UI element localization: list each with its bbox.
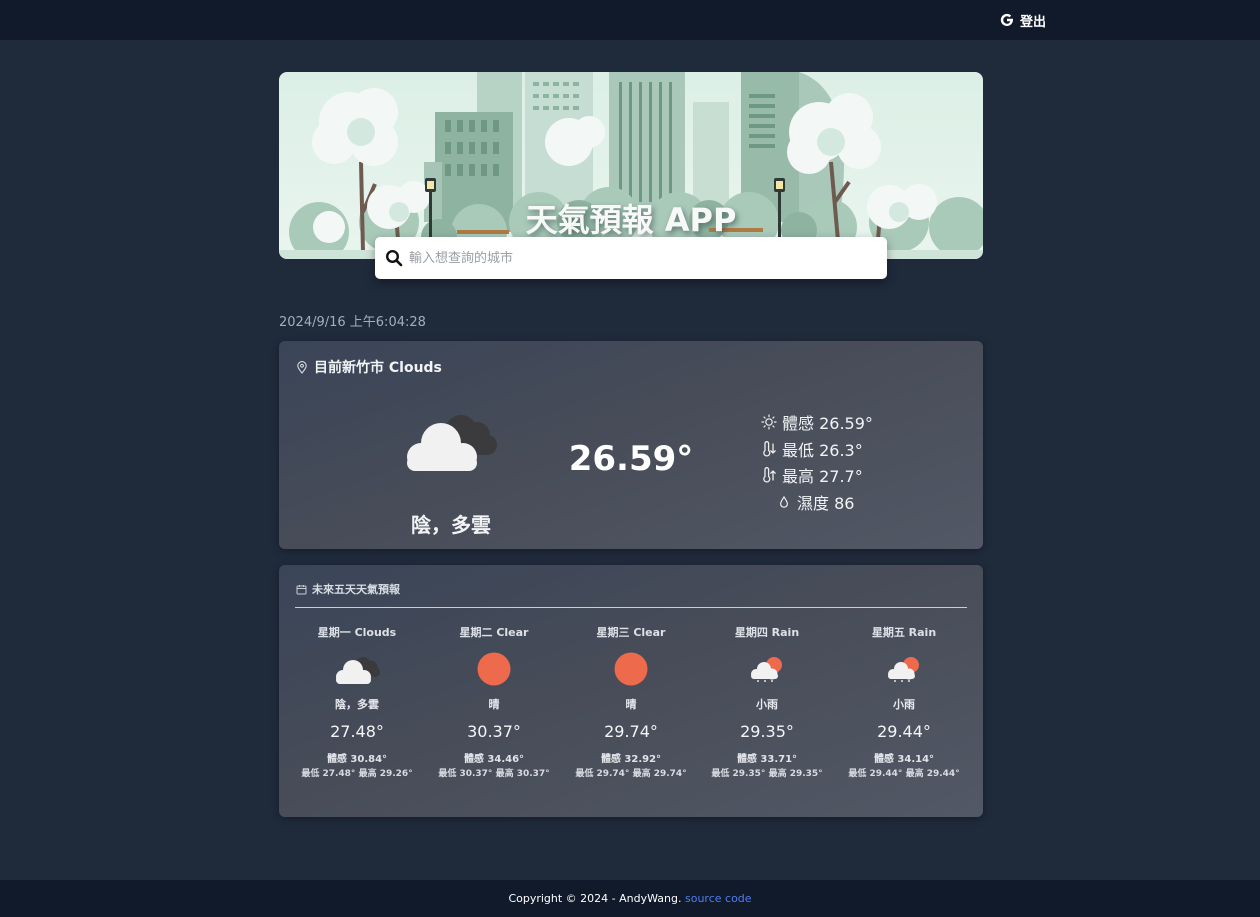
copyright-text: Copyright © 2024 - AndyWang.: [508, 892, 682, 905]
rain-icon: [751, 657, 782, 682]
droplet-icon: [775, 493, 793, 511]
hero-banner: 天氣預報 APP: [279, 72, 983, 259]
forecast-min-max: 最低 27.48° 最高 29.26°: [301, 769, 413, 779]
app-title: 天氣預報 APP: [525, 201, 737, 239]
search-icon[interactable]: [385, 249, 403, 267]
forecast-day-label: 星期三 Clear: [596, 626, 666, 639]
forecast-day: 星期五 Rain 小雨 29.44° 體感 34.14° 最低 29.44° 最…: [839, 624, 969, 779]
forecast-temperature: 29.74°: [604, 722, 658, 741]
humidity-stat: 濕度 86: [760, 489, 873, 516]
current-description: 陰，多雲: [411, 513, 491, 537]
current-datetime: 2024/9/16 上午6:04:28: [279, 315, 426, 330]
sun-icon: [614, 652, 648, 686]
source-code-link[interactable]: source code: [685, 892, 752, 905]
forecast-feels-like: 體感 32.92°: [600, 754, 662, 765]
clouds-icon: [336, 657, 380, 684]
current-weather-header: 目前新竹市 Clouds: [296, 357, 442, 377]
forecast-min-max: 最低 29.35° 最高 29.35°: [711, 769, 823, 779]
sun-outline-icon: [760, 413, 778, 431]
forecast-temperature: 29.44°: [877, 722, 931, 741]
forecast-temperature: 29.35°: [740, 722, 794, 741]
forecast-day: 星期二 Clear 晴 30.37° 體感 34.46° 最低 30.37° 最…: [429, 624, 559, 779]
forecast-day-label: 星期四 Rain: [734, 626, 800, 639]
current-weather-card: 目前新竹市 Clouds 陰，多雲 26.59° 體感 26.59° 最低 26…: [279, 341, 983, 549]
thermometer-up-icon: [760, 466, 778, 484]
divider: [295, 607, 967, 608]
current-stats: 體感 26.59° 最低 26.3° 最高 27.7° 濕度 86: [760, 409, 873, 515]
forecast-header: 未來五天天氣預報: [296, 581, 400, 597]
forecast-card: 未來五天天氣預報 星期一 Clouds 陰，多雲 27.48° 體感 30.84…: [279, 565, 983, 817]
forecast-feels-like: 體感 34.14°: [873, 754, 935, 765]
rain-icon: [888, 657, 919, 682]
forecast-day-label: 星期二 Clear: [459, 626, 529, 639]
logout-button[interactable]: 登出: [1000, 11, 1047, 30]
forecast-day: 星期一 Clouds 陰，多雲 27.48° 體感 30.84° 最低 27.4…: [292, 624, 422, 779]
forecast-min-max: 最低 29.74° 最高 29.74°: [575, 769, 687, 779]
clouds-icon: [407, 415, 497, 471]
forecast-temperature: 27.48°: [330, 722, 384, 741]
forecast-min-max: 最低 29.44° 最高 29.44°: [848, 769, 960, 779]
forecast-description: 晴: [625, 698, 637, 711]
forecast-day: 星期四 Rain 小雨 29.35° 體感 33.71° 最低 29.35° 最…: [702, 624, 832, 779]
calendar-icon: [296, 584, 307, 594]
search-bar[interactable]: [375, 237, 887, 279]
logout-label: 登出: [1020, 14, 1047, 30]
min-temp-stat: 最低 26.3°: [760, 436, 873, 463]
forecast-description: 小雨: [893, 698, 915, 711]
forecast-day-label: 星期五 Rain: [871, 626, 937, 639]
current-temperature: 26.59°: [568, 439, 694, 479]
forecast-feels-like: 體感 33.71°: [736, 754, 798, 765]
feels-like-stat: 體感 26.59°: [760, 409, 873, 436]
current-location-title: 目前新竹市 Clouds: [314, 360, 442, 376]
location-pin-icon: [297, 360, 307, 374]
forecast-description: 陰，多雲: [335, 698, 379, 711]
search-input[interactable]: [409, 250, 869, 266]
sun-icon: [477, 652, 511, 686]
google-icon: [1000, 13, 1013, 27]
forecast-description: 晴: [488, 698, 500, 711]
thermometer-down-icon: [760, 440, 778, 458]
forecast-feels-like: 體感 34.46°: [463, 754, 525, 765]
max-temp-stat: 最高 27.7°: [760, 462, 873, 489]
footer: Copyright © 2024 - AndyWang. source code: [0, 880, 1260, 917]
forecast-title: 未來五天天氣預報: [312, 583, 400, 596]
forecast-feels-like: 體感 30.84°: [326, 754, 388, 765]
top-navbar: 登出: [0, 0, 1260, 40]
forecast-temperature: 30.37°: [467, 722, 521, 741]
forecast-day: 星期三 Clear 晴 29.74° 體感 32.92° 最低 29.74° 最…: [566, 624, 696, 779]
forecast-day-label: 星期一 Clouds: [317, 626, 397, 639]
forecast-min-max: 最低 30.37° 最高 30.37°: [438, 769, 550, 779]
forecast-description: 小雨: [756, 698, 778, 711]
